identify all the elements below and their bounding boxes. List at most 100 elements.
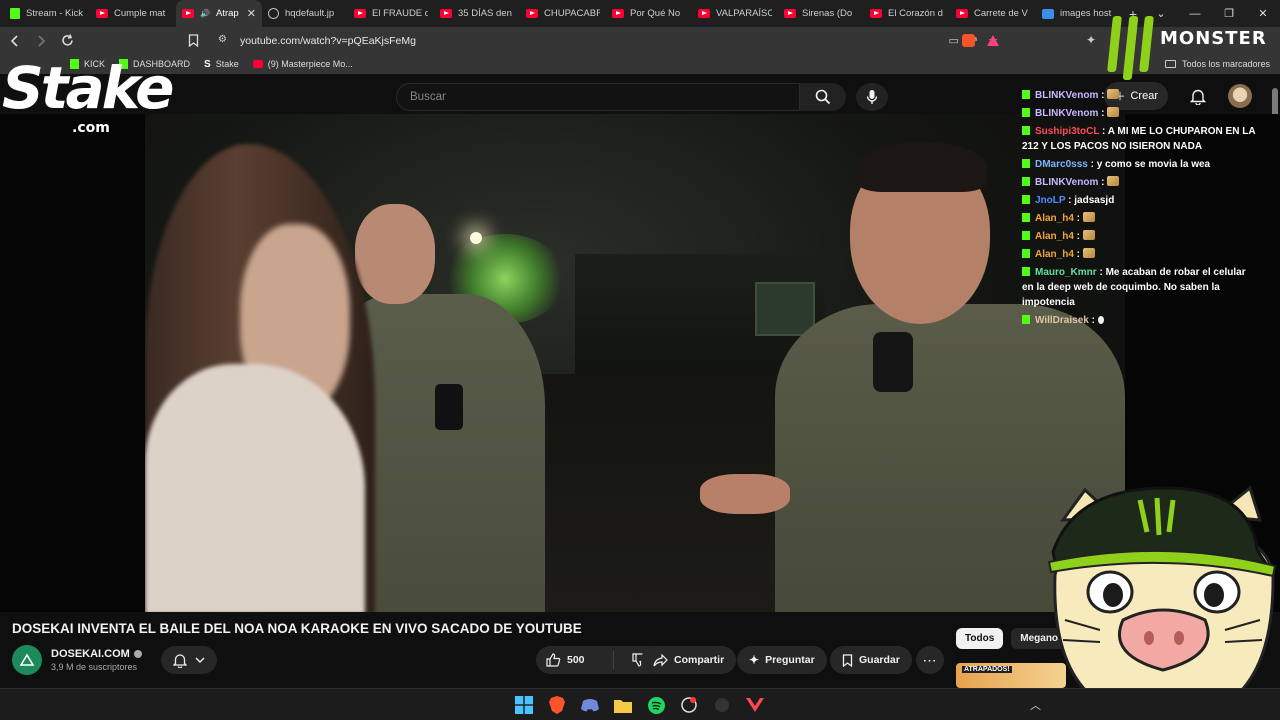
reload-icon — [61, 34, 73, 46]
chat-separator: : — [1087, 159, 1097, 170]
browser-tab[interactable]: El FRAUDE d — [348, 0, 434, 27]
bookmark-item[interactable]: (9) Masterpiece Mo... — [252, 59, 353, 69]
chat-message: DMarc0sss : y como se movia la wea — [1022, 157, 1258, 172]
brave-rewards-icon[interactable] — [987, 35, 999, 46]
kick-badge-icon — [1022, 213, 1030, 222]
body-camera — [435, 384, 463, 430]
officer-left-head — [355, 204, 435, 304]
tab-title: El FRAUDE d — [372, 8, 428, 19]
monster-claw-icon — [1104, 16, 1158, 82]
chat-username: Mauro_Kmnr — [1035, 267, 1097, 278]
chat-separator: : — [1098, 108, 1108, 119]
file-explorer-icon[interactable] — [612, 694, 634, 716]
channel-logo-icon — [19, 653, 35, 666]
site-settings-icon[interactable]: ⚙ — [218, 34, 227, 45]
system-tray-chevron-icon[interactable]: ︿ — [1030, 697, 1041, 713]
back-button[interactable] — [4, 30, 26, 52]
youtube-icon — [96, 9, 108, 18]
close-tab-icon[interactable]: ✕ — [247, 7, 256, 20]
thumbs-up-icon — [546, 653, 561, 667]
discord-icon[interactable] — [579, 694, 601, 716]
reload-button[interactable] — [56, 30, 78, 52]
chat-separator: : — [1065, 195, 1075, 206]
audio-playing-icon[interactable]: 🔊 — [200, 9, 210, 18]
search-icon — [815, 89, 831, 105]
windows-start-icon[interactable] — [513, 694, 535, 716]
browser-tab-strip: Stream - Kick Cumple mat 🔊 Atrap ✕ hqdefault.… — [0, 0, 1280, 27]
voice-search-button[interactable] — [856, 83, 888, 111]
chat-separator: : — [1073, 213, 1083, 224]
officer-right-hand — [700, 474, 790, 514]
address-bar[interactable]: ⚙ youtube.com/watch?v=pQEaKjsFeMg ▭ ⇗ ☆ — [180, 30, 1010, 51]
subscription-bell-button[interactable] — [161, 646, 217, 674]
ask-button[interactable]: ✦ Preguntar — [737, 646, 827, 674]
more-actions-button[interactable]: ⋯ — [916, 646, 944, 674]
save-button[interactable]: Guardar — [830, 646, 912, 674]
tab-title: 35 DÍAS den — [458, 8, 512, 19]
microphone-icon — [866, 90, 878, 104]
stake-wordmark: Stake — [2, 54, 174, 122]
search-input[interactable]: Buscar — [396, 83, 800, 111]
browser-tab[interactable]: Carrete de V — [950, 0, 1036, 27]
chat-emote-icon — [1107, 107, 1120, 117]
image-icon — [1042, 8, 1054, 19]
browser-tab[interactable]: hqdefault.jp — [262, 0, 348, 27]
youtube-search: Buscar — [396, 83, 846, 111]
bookmark-item[interactable]: S Stake — [204, 59, 239, 70]
extensions-icon[interactable]: ✦ — [1086, 33, 1096, 47]
url-text[interactable]: youtube.com/watch?v=pQEaKjsFeMg — [240, 35, 416, 47]
video-frame — [145, 114, 1125, 612]
channel-info[interactable]: DOSEKAI.COM 3,9 M de suscriptores — [12, 645, 142, 675]
tab-title: Stream - Kick — [26, 8, 84, 19]
app-valorant-icon[interactable] — [744, 694, 766, 716]
like-button[interactable]: 500 — [536, 651, 614, 669]
officer-right-hair — [857, 142, 987, 192]
brave-extensions — [962, 34, 999, 47]
forward-button[interactable] — [30, 30, 52, 52]
chat-text: jadsasjd — [1074, 195, 1115, 206]
browser-tab[interactable]: Por Qué No — [606, 0, 692, 27]
cast-icon[interactable]: ▭ — [949, 34, 959, 47]
browser-tab[interactable]: VALPARAÍSO — [692, 0, 778, 27]
youtube-icon — [698, 9, 710, 18]
chip-all[interactable]: Todos — [956, 628, 1004, 649]
browser-tab[interactable]: CHUPACABR — [520, 0, 606, 27]
back-arrow-icon — [10, 34, 18, 47]
tab-title: hqdefault.jp — [285, 8, 335, 19]
chat-emote-icon — [1097, 316, 1104, 324]
browser-tab[interactable]: Sirenas (Do — [778, 0, 864, 27]
share-button[interactable]: Compartir — [641, 646, 737, 674]
kick-badge-icon — [1022, 315, 1030, 324]
chat-username: Sushipi3toCL — [1035, 126, 1100, 137]
chat-message: BLINKVenom : — [1022, 88, 1258, 103]
channel-name[interactable]: DOSEKAI.COM — [51, 648, 130, 660]
share-label: Compartir — [674, 654, 725, 666]
kick-badge-icon — [1022, 159, 1030, 168]
bookmark-icon[interactable] — [188, 34, 199, 47]
channel-avatar[interactable] — [12, 645, 42, 675]
stake-domain: .com — [72, 120, 110, 136]
chat-username: Alan_h4 — [1035, 231, 1074, 242]
channel-name-row[interactable]: DOSEKAI.COM — [51, 648, 142, 660]
browser-tab[interactable]: Cumple mat — [90, 0, 176, 27]
kick-badge-icon — [1022, 90, 1030, 99]
brave-browser-icon[interactable] — [546, 694, 568, 716]
chat-separator: : — [1073, 249, 1083, 260]
browser-tab[interactable]: Stream - Kick — [4, 0, 90, 27]
search-button[interactable] — [800, 83, 846, 111]
spotify-icon[interactable] — [645, 694, 667, 716]
globe-icon — [268, 8, 279, 19]
tab-title: Atrap — [215, 8, 239, 19]
chat-separator: : — [1098, 177, 1108, 188]
youtube-icon — [440, 9, 452, 18]
browser-tab[interactable]: 🔊 Atrap ✕ — [176, 0, 262, 27]
app-dark-icon[interactable] — [711, 694, 733, 716]
chat-separator: : — [1088, 315, 1098, 326]
forward-arrow-icon — [38, 34, 46, 47]
browser-tab[interactable]: El Corazón d — [864, 0, 950, 27]
app-circle-icon[interactable] — [678, 694, 700, 716]
bookmark-label: Stake — [215, 59, 239, 69]
browser-tab[interactable]: 35 DÍAS den — [434, 0, 520, 27]
bell-icon — [173, 653, 187, 668]
brave-shields-icon[interactable] — [962, 34, 975, 47]
